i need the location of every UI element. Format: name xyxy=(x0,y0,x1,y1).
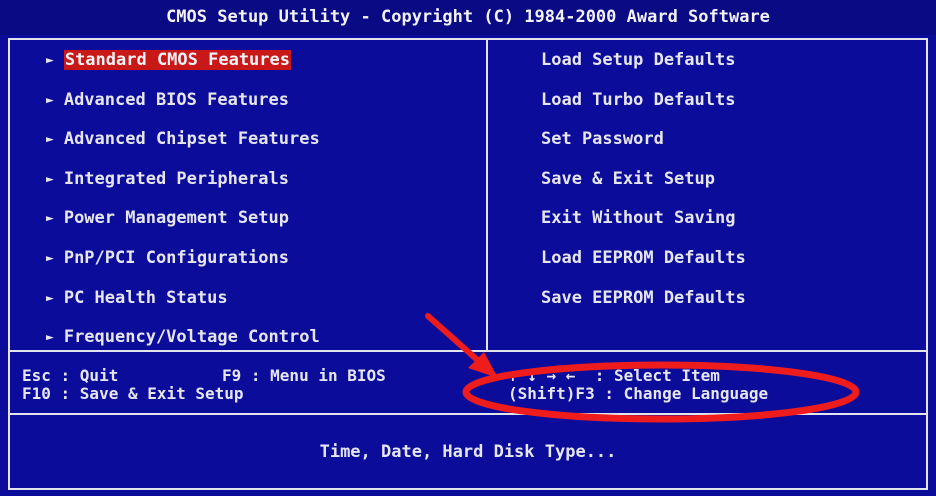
frame-border-help xyxy=(8,350,928,352)
frame-border-left xyxy=(8,38,10,490)
frame-border-top xyxy=(8,38,928,40)
frame-border-bottom xyxy=(8,488,928,490)
status-description: Time, Date, Hard Disk Type... xyxy=(319,442,617,462)
left-menu-item-advanced-bios-features[interactable]: ► Advanced BIOS Features xyxy=(46,89,289,112)
menu-item-label: Load EEPROM Defaults xyxy=(541,248,746,268)
left-menu-item-frequency-voltage-control[interactable]: ► Frequency/Voltage Control xyxy=(46,326,320,349)
submenu-arrow-icon: ► xyxy=(46,330,54,346)
menu-item-label: Advanced BIOS Features xyxy=(63,89,289,110)
key-help-f9: F9 : Menu in BIOS xyxy=(222,366,386,385)
left-menu-item-advanced-chipset-features[interactable]: ► Advanced Chipset Features xyxy=(46,128,320,151)
submenu-arrow-icon: ► xyxy=(46,290,54,306)
submenu-arrow-icon: ► xyxy=(46,132,54,148)
menu-item-label: Frequency/Voltage Control xyxy=(63,327,320,348)
menu-item-label: Save EEPROM Defaults xyxy=(541,287,746,308)
left-menu-item-integrated-peripherals[interactable]: ► Integrated Peripherals xyxy=(46,168,289,191)
menu-item-label: Load Turbo Defaults xyxy=(541,89,736,110)
right-menu-item-set-password[interactable]: Set Password xyxy=(541,128,664,150)
menu-column-divider xyxy=(486,38,488,352)
menu-item-label: Exit Without Saving xyxy=(541,208,736,229)
menu-item-label: Power Management Setup xyxy=(63,208,289,229)
key-help-esc: Esc : Quit xyxy=(22,366,119,385)
left-menu-item-standard-cmos-features[interactable]: ► Standard CMOS Features xyxy=(46,49,291,72)
left-menu-item-pnp-pci-configurations[interactable]: ► PnP/PCI Configurations xyxy=(46,247,289,270)
key-help-f10: F10 : Save & Exit Setup xyxy=(22,384,244,403)
key-help-change-language: (Shift)F3 : Change Language xyxy=(508,384,769,403)
left-menu-item-pc-health-status[interactable]: ► PC Health Status xyxy=(46,287,228,310)
menu-item-label: Load Setup Defaults xyxy=(541,50,736,70)
right-menu-item-load-setup-defaults[interactable]: Load Setup Defaults xyxy=(541,49,735,71)
right-menu-item-load-turbo-defaults[interactable]: Load Turbo Defaults xyxy=(541,89,735,111)
menu-item-label: Standard CMOS Features xyxy=(63,50,291,70)
menu-item-label: Set Password xyxy=(541,129,664,150)
right-menu-item-load-eeprom-defaults[interactable]: Load EEPROM Defaults xyxy=(541,247,746,269)
menu-item-label: Integrated Peripherals xyxy=(63,168,289,189)
submenu-arrow-icon: ► xyxy=(46,251,54,266)
key-help-select-item: ↑ ↓ → ← : Select Item xyxy=(508,366,720,385)
submenu-arrow-icon: ► xyxy=(46,211,54,227)
frame-border-status xyxy=(8,413,928,415)
submenu-arrow-icon: ► xyxy=(46,53,54,68)
submenu-arrow-icon: ► xyxy=(46,92,54,108)
menu-item-label: Save & Exit Setup xyxy=(541,168,715,189)
right-menu-item-save-exit-setup[interactable]: Save & Exit Setup xyxy=(541,168,715,190)
left-menu-item-power-management-setup[interactable]: ► Power Management Setup xyxy=(46,207,289,230)
right-menu-item-save-eeprom-defaults[interactable]: Save EEPROM Defaults xyxy=(541,287,746,309)
title-bar: CMOS Setup Utility - Copyright (C) 1984-… xyxy=(0,0,936,35)
submenu-arrow-icon: ► xyxy=(46,171,54,187)
frame-border-right xyxy=(926,38,928,490)
menu-item-label: Advanced Chipset Features xyxy=(63,129,320,150)
menu-item-label: PnP/PCI Configurations xyxy=(63,248,289,268)
right-menu-item-exit-without-saving[interactable]: Exit Without Saving xyxy=(541,207,735,229)
bios-screen: CMOS Setup Utility - Copyright (C) 1984-… xyxy=(0,0,936,496)
menu-item-label: PC Health Status xyxy=(63,287,228,308)
